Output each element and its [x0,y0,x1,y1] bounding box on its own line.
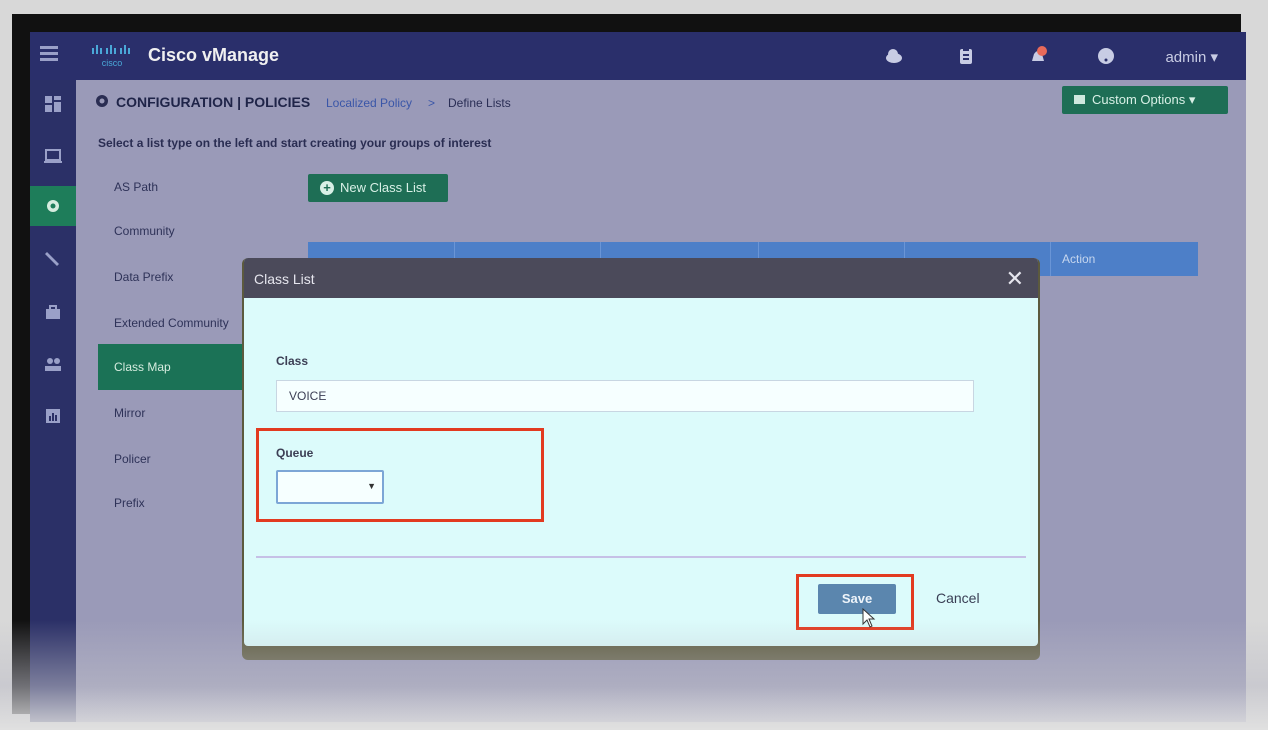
analytics-icon [46,409,60,423]
help-icon[interactable] [1096,46,1116,66]
dialog-title: Class List [254,271,315,287]
user-menu[interactable]: admin ▾ [1165,48,1218,66]
left-nav [30,80,76,722]
list-type-extended-community[interactable]: Extended Community [114,316,229,330]
dialog-divider [256,556,1026,558]
nav-monitor[interactable] [30,136,76,176]
cancel-button[interactable]: Cancel [936,590,980,606]
nav-maintenance[interactable] [30,292,76,332]
clipboard-icon[interactable] [956,46,976,66]
top-bar: cisco Cisco vManage admin ▾ [30,32,1246,80]
app-title: Cisco vManage [148,45,280,65]
nav-dashboard[interactable] [30,84,76,124]
new-class-list-label: New Class List [340,180,426,195]
breadcrumb-localized-policy[interactable]: Localized Policy [326,96,412,110]
list-type-class-map[interactable]: Class Map [98,344,248,390]
list-type-data-prefix[interactable]: Data Prefix [114,270,173,284]
class-list-dialog: Class List ✕ Class Queue ▼ Save Cancel [244,258,1038,646]
breadcrumb-separator: > [428,96,436,110]
close-icon[interactable]: ✕ [1006,266,1024,292]
menu-icon[interactable] [40,46,58,64]
custom-options-button[interactable]: Custom Options ▾ [1062,86,1228,114]
users-icon [45,358,61,371]
gear-icon [96,95,108,107]
cloud-icon[interactable] [884,46,904,66]
chevron-down-icon: ▼ [367,481,376,491]
list-type-mirror[interactable]: Mirror [114,406,145,420]
list-type-policer[interactable]: Policer [114,452,151,466]
dashboard-icon [45,96,61,112]
toolbox-icon [46,305,60,319]
class-label: Class [276,354,309,368]
video-frame: cisco Cisco vManage admin ▾ CONFIGURATIO… [12,14,1246,722]
table-header-action: Action [1062,252,1096,266]
monitor-icon [44,149,62,163]
nav-tools[interactable] [30,238,76,278]
svg-text:cisco: cisco [102,58,123,68]
nav-administration[interactable] [30,344,76,384]
page-subtitle: Select a list type on the left and start… [98,136,492,150]
plus-icon: + [320,181,334,195]
settings-icon [47,200,59,212]
mouse-pointer-icon [862,608,876,628]
app-screen: cisco Cisco vManage admin ▾ CONFIGURATIO… [30,32,1246,722]
page-title: CONFIGURATION | POLICIES [96,94,311,110]
wrench-icon [45,252,59,266]
breadcrumb-define-lists: Define Lists [448,96,511,110]
nav-configuration[interactable] [30,186,76,226]
save-button[interactable]: Save [818,584,896,614]
queue-select[interactable]: ▼ [276,470,384,504]
custom-options-label: Custom Options ▾ [1092,92,1196,107]
queue-label: Queue [276,446,314,460]
nav-analytics[interactable] [30,396,76,436]
class-input[interactable] [276,380,974,412]
list-type-as-path[interactable]: AS Path [114,180,158,194]
page-title-text: CONFIGURATION | POLICIES [116,94,311,110]
dialog-header: Class List ✕ [244,258,1038,298]
cisco-logo: cisco [92,45,130,68]
bell-icon[interactable] [1028,46,1048,66]
grid-icon [1074,95,1085,104]
list-type-community[interactable]: Community [114,224,175,238]
list-type-prefix[interactable]: Prefix [114,496,145,510]
new-class-list-button[interactable]: + New Class List [308,174,448,202]
